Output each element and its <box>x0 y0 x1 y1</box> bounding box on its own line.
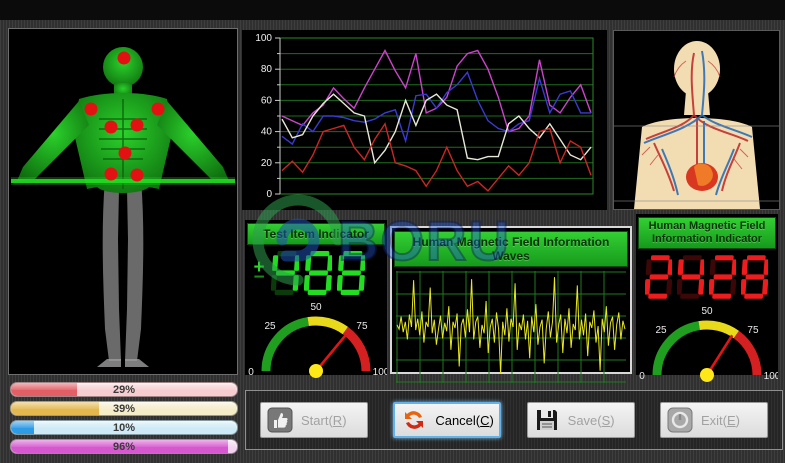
svg-text:80: 80 <box>261 64 273 75</box>
save-button[interactable]: Save(S) <box>527 402 635 438</box>
svg-text:60: 60 <box>261 95 273 106</box>
progress-label: 29% <box>11 383 237 396</box>
cancel-button[interactable]: Cancel(C) <box>393 402 501 438</box>
seven-seg-digit <box>709 254 736 300</box>
circulatory-system-image <box>614 31 779 209</box>
progress-bar-2: 39% <box>10 401 238 416</box>
hmf-indicator-panel: Human Magnetic Field Information Indicat… <box>636 214 778 375</box>
refresh-arrows-icon <box>401 407 427 433</box>
progress-label: 10% <box>11 421 237 434</box>
svg-text:100: 100 <box>764 371 778 382</box>
svg-text:100: 100 <box>373 367 387 378</box>
hmf-value-display <box>645 254 768 300</box>
test-item-gauge: 0 25 50 75 100 <box>245 301 387 383</box>
seven-seg-digit <box>741 254 768 300</box>
svg-text:50: 50 <box>310 302 322 313</box>
anatomy-panel <box>613 30 780 210</box>
exit-button[interactable]: Exit(E) <box>660 402 768 438</box>
magnetic-waves-title: Human Magnetic Field Information Waves <box>394 231 628 267</box>
title-bar <box>0 0 785 20</box>
progress-bar-4: 96% <box>10 439 238 454</box>
svg-text:100: 100 <box>255 33 272 44</box>
progress-label: 39% <box>11 402 237 415</box>
button-label: Save(S) <box>568 413 615 428</box>
analyzer-window: 0 20 40 60 80 100 <box>0 0 785 463</box>
seven-seg-digit <box>304 250 332 296</box>
seven-seg-digit <box>645 254 672 300</box>
svg-text:0: 0 <box>248 367 254 378</box>
start-button[interactable]: Start(R) <box>260 402 368 438</box>
trend-chart-panel: 0 20 40 60 80 100 <box>242 30 607 210</box>
svg-text:75: 75 <box>356 321 368 332</box>
test-item-indicator-panel: Test Item Indicator + − 0 25 50 75 100 <box>245 220 387 375</box>
floppy-disk-icon <box>534 407 560 433</box>
green-torso <box>17 47 229 193</box>
hmf-indicator-title: Human Magnetic Field Information Indicat… <box>638 217 776 249</box>
hmf-gauge: 0 25 50 75 100 <box>636 305 778 387</box>
seven-seg-digit <box>677 254 704 300</box>
body-scan-panel <box>8 28 238 375</box>
button-label: Cancel(C) <box>435 413 494 428</box>
power-icon <box>667 407 693 433</box>
svg-text:0: 0 <box>266 189 272 200</box>
button-label: Exit(E) <box>701 413 740 428</box>
svg-text:20: 20 <box>261 158 273 169</box>
magnetic-waves-panel: Human Magnetic Field Information Waves <box>390 226 632 374</box>
action-button-bar: Start(R) Cancel(C) Save(S) Exit(E) <box>245 390 783 450</box>
sign-indicator: + − <box>251 261 267 285</box>
svg-text:25: 25 <box>655 325 667 336</box>
test-item-value-display <box>271 250 365 296</box>
hmf-title-line2: Information Indicator <box>641 233 773 246</box>
minus-sign: − <box>253 271 264 285</box>
seven-seg-digit <box>337 250 365 296</box>
svg-text:50: 50 <box>701 306 713 317</box>
trend-chart: 0 20 40 60 80 100 <box>242 30 607 210</box>
svg-text:25: 25 <box>264 321 276 332</box>
svg-text:0: 0 <box>639 371 645 382</box>
svg-text:40: 40 <box>261 127 273 138</box>
progress-bar-3: 10% <box>10 420 238 435</box>
progress-bars: 29% 39% 10% 96% <box>10 382 238 454</box>
hmf-title-line1: Human Magnetic Field <box>641 220 773 233</box>
test-item-indicator-title: Test Item Indicator <box>247 223 385 245</box>
progress-bar-1: 29% <box>10 382 238 397</box>
progress-label: 96% <box>11 440 237 453</box>
thumb-up-icon <box>267 407 293 433</box>
body-xray-image <box>9 29 237 374</box>
button-label: Start(R) <box>301 413 347 428</box>
svg-text:75: 75 <box>747 325 759 336</box>
seven-seg-digit <box>271 250 299 296</box>
magnetic-waveform <box>396 271 626 383</box>
